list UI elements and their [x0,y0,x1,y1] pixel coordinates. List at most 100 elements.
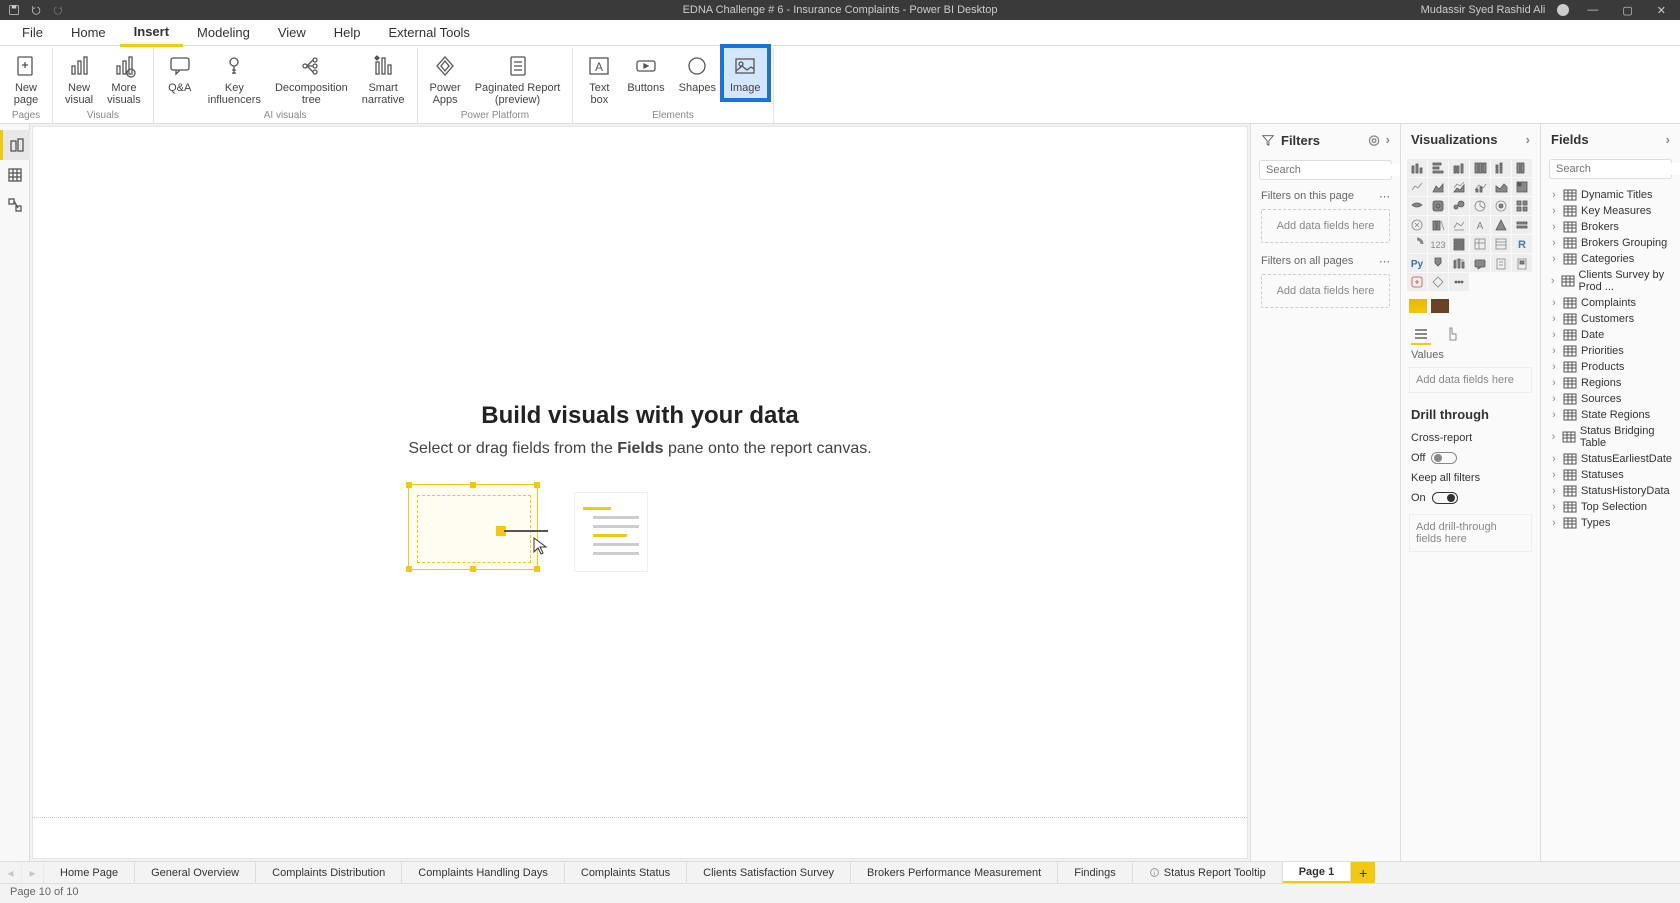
viz-type-22[interactable] [1491,216,1511,234]
viz-type-13[interactable] [1428,197,1448,215]
drill-drop[interactable]: Add drill-through fields here [1409,514,1532,552]
menu-external-tools[interactable]: External Tools [375,20,484,45]
viz-type-28[interactable] [1491,235,1511,253]
ribbon-decomp-button[interactable]: Decomposition tree [269,48,354,110]
viz-type-11[interactable] [1512,178,1532,196]
viz-type-10[interactable] [1491,178,1511,196]
page-tab-home-page[interactable]: Home Page [44,862,135,883]
viz-type-31[interactable] [1428,254,1448,272]
viz-type-38[interactable] [1449,273,1469,291]
menu-modeling[interactable]: Modeling [183,20,264,45]
menu-view[interactable]: View [264,20,320,45]
report-canvas[interactable]: Build visuals with your data Select or d… [32,126,1248,859]
collapse-fields-icon[interactable]: › [1666,132,1670,147]
viz-type-25[interactable]: 123 [1428,235,1448,253]
ribbon-buttons-button[interactable]: Buttons [621,48,670,98]
viz-type-27[interactable] [1470,235,1490,253]
menu-insert[interactable]: Insert [120,19,183,47]
page-tab-complaints-status[interactable]: Complaints Status [565,862,687,883]
add-page-button[interactable]: + [1351,862,1375,883]
viz-type-6[interactable] [1407,178,1427,196]
viz-type-29[interactable]: R [1512,235,1532,253]
viz-type-37[interactable] [1428,273,1448,291]
hide-filters-icon[interactable]: ◎ [1368,132,1379,148]
viz-type-8[interactable] [1449,178,1469,196]
data-view-button[interactable] [0,160,30,190]
page-nav-first[interactable]: ◂ [0,862,22,883]
maximize-button[interactable]: ▢ [1616,4,1638,17]
user-name[interactable]: Mudassir Syed Rashid Ali [1421,4,1546,16]
field-table-date[interactable]: ›Date [1545,327,1676,343]
viz-type-16[interactable] [1491,197,1511,215]
viz-type-34[interactable] [1491,254,1511,272]
field-table-brokers[interactable]: ›Brokers [1545,219,1676,235]
viz-type-24[interactable] [1407,235,1427,253]
user-avatar[interactable] [1557,4,1569,16]
field-table-categories[interactable]: ›Categories [1545,251,1676,267]
viz-format-tab[interactable] [1443,325,1463,345]
menu-home[interactable]: Home [57,20,120,45]
ribbon-keyinf-button[interactable]: Key influencers [202,48,267,110]
page-tab-general-overview[interactable]: General Overview [135,862,256,883]
model-view-button[interactable] [0,190,30,220]
field-table-statuses[interactable]: ›Statuses [1545,467,1676,483]
filters-search-input[interactable] [1266,164,1408,176]
filters-page-more-icon[interactable]: ⋯ [1379,190,1390,203]
viz-type-12[interactable] [1407,197,1427,215]
save-icon[interactable] [8,4,20,16]
fields-search-input[interactable] [1556,163,1680,175]
menu-file[interactable]: File [8,20,57,45]
viz-type-19[interactable] [1428,216,1448,234]
page-tab-status-report-tooltip[interactable]: iStatus Report Tooltip [1133,862,1283,883]
report-view-button[interactable] [0,130,30,160]
viz-type-2[interactable] [1449,159,1469,177]
viz-custom-2[interactable] [1431,299,1449,313]
viz-type-26[interactable] [1449,235,1469,253]
viz-type-36[interactable] [1407,273,1427,291]
field-table-statusearliestdate[interactable]: ›StatusEarliestDate [1545,451,1676,467]
ribbon-smartn-button[interactable]: Smart narrative [356,48,411,110]
viz-type-18[interactable] [1407,216,1427,234]
menu-help[interactable]: Help [320,20,375,45]
viz-type-0[interactable] [1407,159,1427,177]
field-table-products[interactable]: ›Products [1545,359,1676,375]
page-tab-complaints-handling-days[interactable]: Complaints Handling Days [402,862,565,883]
field-table-statushistorydata[interactable]: ›StatusHistoryData [1545,483,1676,499]
ribbon-morevisuals-button[interactable]: More visuals [101,48,147,110]
page-tab-page-1[interactable]: Page 1 [1283,862,1351,883]
redo-icon[interactable] [52,4,64,16]
field-table-sources[interactable]: ›Sources [1545,391,1676,407]
collapse-viz-icon[interactable]: › [1526,132,1530,147]
viz-type-35[interactable] [1512,254,1532,272]
field-table-brokers-grouping[interactable]: ›Brokers Grouping [1545,235,1676,251]
viz-type-21[interactable]: A [1470,216,1490,234]
viz-type-17[interactable] [1512,197,1532,215]
field-table-dynamic-titles[interactable]: ›Dynamic Titles [1545,187,1676,203]
ribbon-newpage-button[interactable]: New page [6,48,46,110]
ribbon-powerapps-button[interactable]: Power Apps [424,48,467,110]
page-nav-last[interactable]: ▸ [22,862,44,883]
viz-fields-tab[interactable] [1411,325,1431,345]
viz-type-14[interactable] [1449,197,1469,215]
viz-type-5[interactable] [1512,159,1532,177]
field-table-status-bridging-table[interactable]: ›Status Bridging Table [1545,423,1676,451]
viz-values-drop[interactable]: Add data fields here [1409,367,1532,393]
field-table-key-measures[interactable]: ›Key Measures [1545,203,1676,219]
field-table-clients-survey-by-prod-[interactable]: ›Clients Survey by Prod ... [1545,267,1676,295]
field-table-complaints[interactable]: ›Complaints [1545,295,1676,311]
minimize-button[interactable]: — [1581,4,1604,16]
field-table-priorities[interactable]: ›Priorities [1545,343,1676,359]
field-table-customers[interactable]: ›Customers [1545,311,1676,327]
viz-type-33[interactable] [1470,254,1490,272]
field-table-regions[interactable]: ›Regions [1545,375,1676,391]
viz-type-3[interactable] [1470,159,1490,177]
viz-type-9[interactable] [1470,178,1490,196]
filters-search[interactable] [1259,160,1392,180]
field-table-top-selection[interactable]: ›Top Selection [1545,499,1676,515]
keep-filters-toggle[interactable] [1432,492,1458,504]
page-tab-brokers-performance-measurement[interactable]: Brokers Performance Measurement [851,862,1058,883]
ribbon-newvisual-button[interactable]: New visual [59,48,99,110]
undo-icon[interactable] [30,4,42,16]
viz-type-1[interactable] [1428,159,1448,177]
viz-custom-1[interactable] [1409,299,1427,313]
